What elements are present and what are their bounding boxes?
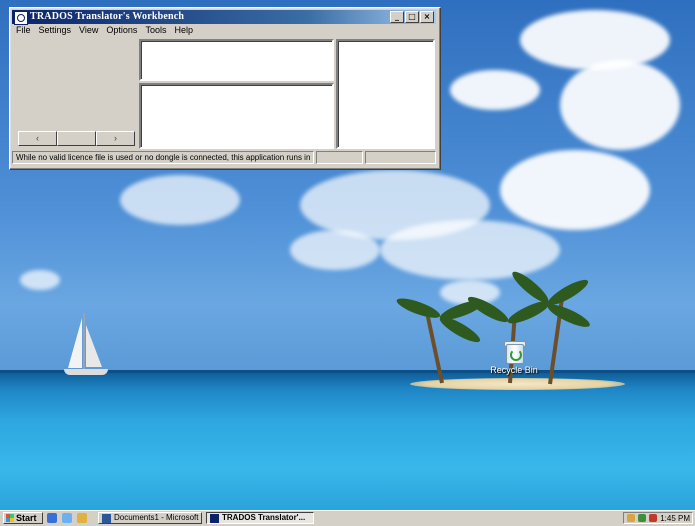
menu-tools[interactable]: Tools: [145, 25, 166, 37]
maximize-button[interactable]: □: [405, 11, 419, 23]
menu-file[interactable]: File: [16, 25, 31, 37]
menu-options[interactable]: Options: [106, 25, 137, 37]
cloud: [500, 150, 650, 230]
app-icon: [14, 11, 28, 25]
previous-button[interactable]: ‹: [18, 131, 57, 146]
next-button[interactable]: ›: [96, 131, 135, 146]
quick-launch: [47, 513, 87, 523]
recycle-bin-icon: [503, 340, 526, 364]
middle-button[interactable]: [57, 131, 96, 146]
internet-explorer-icon[interactable]: [47, 513, 57, 523]
minimize-button[interactable]: _: [390, 11, 404, 23]
menu-bar: File Settings View Options Tools Help: [12, 25, 193, 37]
palm-leaf: [508, 267, 552, 307]
start-label: Start: [16, 513, 37, 523]
cloud: [120, 175, 240, 225]
menu-settings[interactable]: Settings: [39, 25, 72, 37]
media-player-icon[interactable]: [77, 513, 87, 523]
recycle-bin-label: Recycle Bin: [490, 365, 538, 375]
sailboat-mast: [83, 313, 85, 369]
volume-icon[interactable]: [649, 514, 657, 522]
navigation-buttons: ‹ ›: [18, 131, 135, 146]
sailboat-hull: [64, 369, 108, 375]
target-pane[interactable]: [139, 83, 334, 149]
palm-leaf: [545, 300, 593, 331]
side-pane[interactable]: [336, 39, 435, 149]
taskbar-item-documents[interactable]: Documents1 - Microsoft ...: [98, 512, 202, 524]
word-icon: [102, 513, 111, 523]
sailboat-jib: [86, 325, 102, 367]
task-label: Documents1 - Microsoft ...: [114, 513, 202, 522]
trados-window[interactable]: TRADOS Translator's Workbench _ □ × File…: [9, 7, 441, 170]
taskbar: Start Documents1 - Microsoft ... TRADOS …: [0, 510, 695, 526]
task-label: TRADOS Translator'...: [222, 513, 306, 522]
windows-logo-icon: [6, 514, 14, 522]
status-cell-3: [365, 151, 436, 164]
trados-icon: [210, 513, 219, 523]
cloud: [520, 10, 670, 70]
window-titlebar[interactable]: TRADOS Translator's Workbench _ □ ×: [12, 10, 436, 25]
status-message: While no valid licence file is used or n…: [12, 151, 315, 164]
start-button[interactable]: Start: [3, 512, 43, 524]
window-title: TRADOS Translator's Workbench: [30, 11, 185, 22]
menu-view[interactable]: View: [79, 25, 98, 37]
cloud: [560, 60, 680, 150]
system-tray: 1:45 PM: [623, 512, 693, 524]
status-bar: While no valid licence file is used or n…: [12, 151, 436, 164]
close-button[interactable]: ×: [420, 11, 434, 23]
clock[interactable]: 1:45 PM: [660, 514, 692, 523]
tray-icon[interactable]: [627, 514, 635, 522]
taskbar-item-trados[interactable]: TRADOS Translator'...: [206, 512, 314, 524]
sea: [0, 373, 695, 510]
menu-help[interactable]: Help: [174, 25, 193, 37]
tray-icon[interactable]: [638, 514, 646, 522]
outlook-express-icon[interactable]: [62, 513, 72, 523]
source-pane[interactable]: [139, 39, 334, 81]
palm-leaf: [437, 312, 483, 347]
palm-leaf: [394, 294, 443, 322]
cloud: [20, 270, 60, 290]
recycle-bin[interactable]: Recycle Bin: [490, 340, 538, 375]
cloud: [450, 70, 540, 110]
cloud: [290, 230, 380, 270]
status-cell-2: [316, 151, 364, 164]
cloud: [380, 220, 560, 280]
sailboat-sail: [68, 318, 82, 368]
